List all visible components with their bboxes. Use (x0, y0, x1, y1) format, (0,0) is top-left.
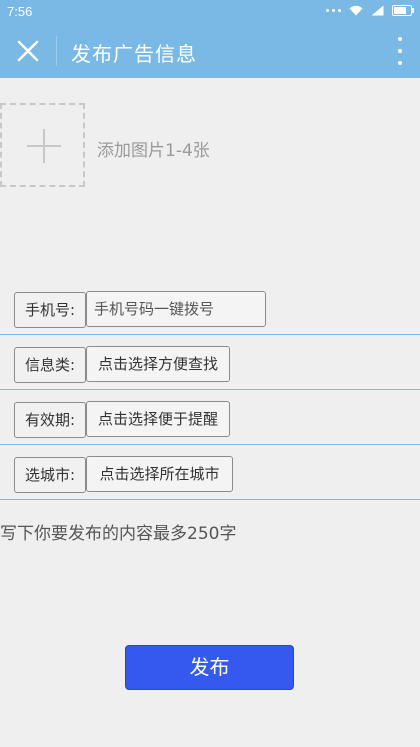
phone-row: 手机号: 手机号码一键拨号 (0, 291, 420, 335)
close-icon (17, 40, 39, 62)
validity-underline (0, 444, 420, 445)
validity-row: 有效期: 点击选择便于提醒 (0, 401, 420, 445)
content-input[interactable]: 写下你要发布的内容最多250字 (0, 519, 236, 544)
city-label: 选城市: (14, 457, 86, 493)
more-options-button[interactable] (396, 37, 404, 65)
city-row: 选城市: 点击选择所在城市 (0, 456, 420, 500)
category-select[interactable]: 点击选择方便查找 (86, 346, 230, 382)
add-image-label: 添加图片1-4张 (97, 141, 210, 161)
publish-button[interactable]: 发布 (125, 645, 294, 690)
status-icons (326, 5, 414, 16)
phone-label: 手机号: (14, 292, 86, 328)
category-label: 信息类: (14, 347, 86, 383)
page-title: 发布广告信息 (71, 42, 197, 66)
app-bar: 发布广告信息 (0, 24, 420, 78)
city-underline (0, 499, 420, 500)
app-bar-divider (56, 36, 57, 66)
phone-underline (0, 334, 420, 335)
add-image-button[interactable] (0, 103, 85, 187)
city-select[interactable]: 点击选择所在城市 (86, 456, 233, 492)
validity-select[interactable]: 点击选择便于提醒 (86, 401, 230, 437)
battery-icon (392, 5, 414, 16)
close-button[interactable] (12, 36, 44, 66)
more-notifications-icon (326, 9, 341, 12)
more-vert-icon (398, 37, 402, 41)
plus-icon (27, 129, 61, 163)
status-bar: 7:56 (0, 0, 420, 24)
wifi-icon (349, 5, 363, 16)
category-underline (0, 389, 420, 390)
signal-icon (371, 5, 384, 16)
category-row: 信息类: 点击选择方便查找 (0, 346, 420, 390)
validity-label: 有效期: (14, 402, 86, 438)
status-time: 7:56 (7, 4, 33, 19)
phone-input[interactable]: 手机号码一键拨号 (86, 291, 266, 327)
